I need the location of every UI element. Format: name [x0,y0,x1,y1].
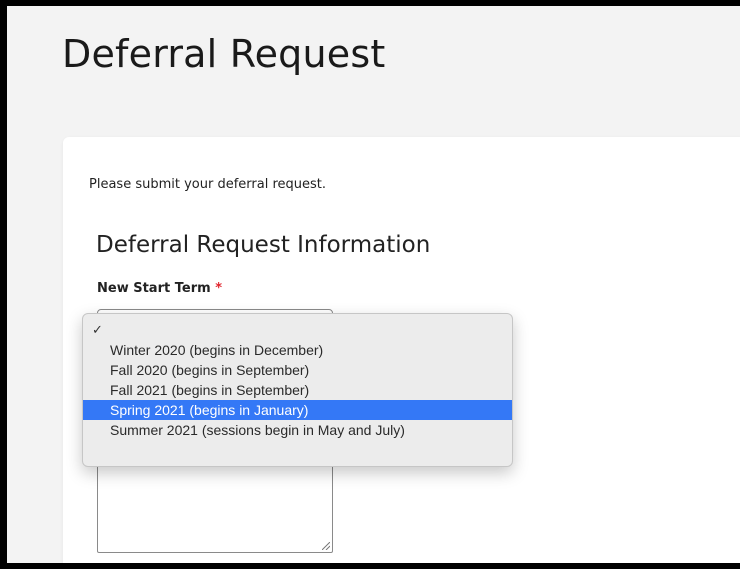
start-term-label-text: New Start Term [97,281,211,296]
start-term-dropdown-menu[interactable]: ✓ Winter 2020 (begins in December) Fall … [82,313,513,467]
resize-grip-icon[interactable] [322,542,330,550]
intro-text: Please submit your deferral request. [89,177,326,192]
checkmark-icon: ✓ [92,322,103,337]
dropdown-option[interactable]: Fall 2020 (begins in September) [83,360,512,380]
dropdown-option[interactable]: Winter 2020 (begins in December) [83,340,512,360]
start-term-label: New Start Term * [97,281,222,296]
dropdown-option[interactable]: ✓ [83,320,512,340]
section-heading: Deferral Request Information [96,232,431,258]
browser-viewport: Deferral Request Please submit your defe… [7,6,740,563]
dropdown-option[interactable]: Summer 2021 (sessions begin in May and J… [83,420,512,440]
dropdown-option[interactable]: Fall 2021 (begins in September) [83,380,512,400]
required-marker: * [215,281,222,296]
page-title: Deferral Request [62,32,386,76]
dropdown-option-highlighted[interactable]: Spring 2021 (begins in January) [83,400,512,420]
